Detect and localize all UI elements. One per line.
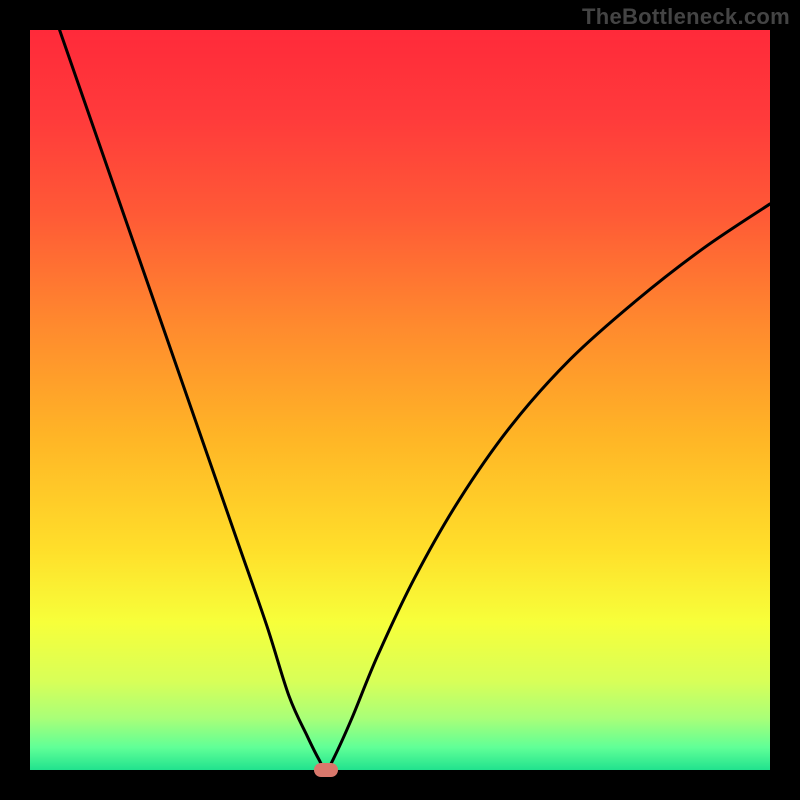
bottleneck-curve	[30, 30, 770, 770]
optimum-marker-icon	[314, 763, 338, 777]
watermark-text: TheBottleneck.com	[582, 4, 790, 30]
plot-area	[30, 30, 770, 770]
chart-frame: TheBottleneck.com	[0, 0, 800, 800]
